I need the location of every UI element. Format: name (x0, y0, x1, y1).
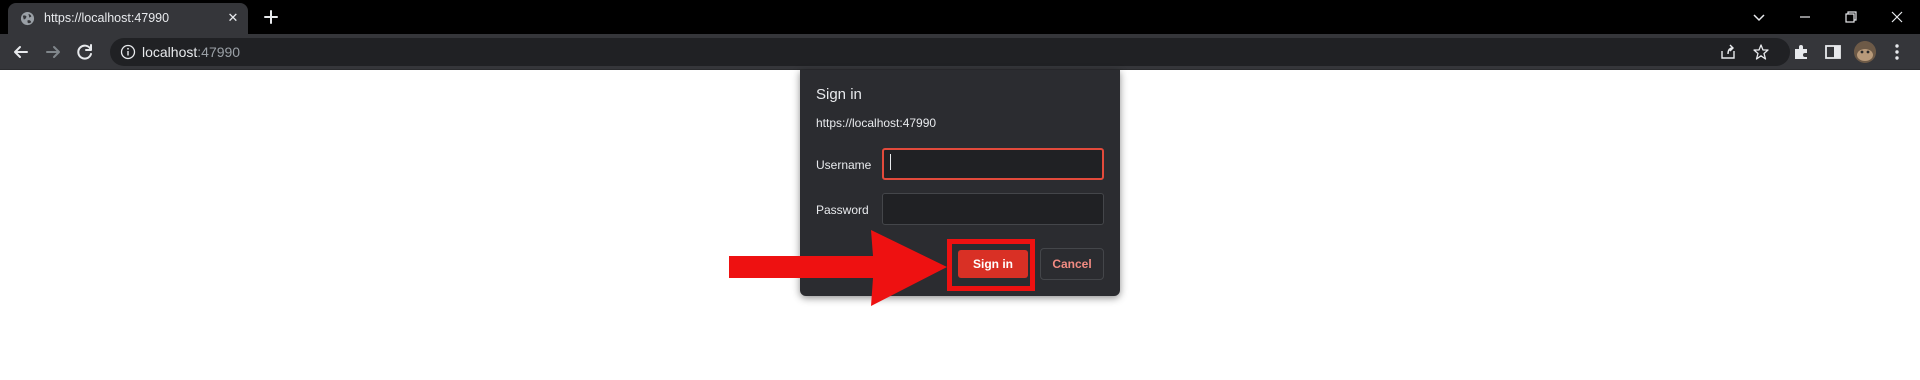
url-port: :47990 (197, 44, 241, 60)
password-label: Password (816, 203, 869, 217)
menu-kebab-icon[interactable] (1886, 41, 1908, 63)
username-field[interactable] (882, 148, 1104, 180)
close-window-icon[interactable] (1886, 6, 1908, 28)
reload-icon[interactable] (74, 41, 96, 63)
forward-arrow-icon[interactable] (42, 41, 64, 63)
dialog-origin: https://localhost:47990 (816, 116, 937, 130)
bookmark-star-icon[interactable] (1752, 43, 1770, 61)
minimize-icon[interactable] (1794, 6, 1816, 28)
cancel-button[interactable]: Cancel (1040, 248, 1104, 280)
info-icon[interactable] (120, 44, 136, 60)
dialog-title: Sign in (816, 86, 862, 103)
red-pointer-arrow-icon (729, 230, 947, 306)
signin-highlight-box (947, 239, 1035, 291)
globe-icon (20, 11, 35, 26)
share-icon[interactable] (1719, 43, 1737, 61)
password-field[interactable] (882, 193, 1104, 225)
text-caret (890, 154, 891, 170)
side-panel-icon[interactable] (1822, 41, 1844, 63)
url-text[interactable]: localhost:47990 (142, 44, 240, 60)
browser-toolbar: localhost:47990 (0, 34, 1920, 70)
address-bar[interactable]: localhost:47990 (110, 38, 1790, 66)
tab-strip: https://localhost:47990 ✕ (0, 0, 1920, 34)
avatar-icon (1854, 41, 1876, 63)
back-arrow-icon[interactable] (10, 41, 32, 63)
new-tab-icon[interactable] (260, 6, 282, 28)
url-host: localhost (142, 44, 198, 60)
tab-close-icon[interactable]: ✕ (224, 9, 242, 27)
extensions-puzzle-icon[interactable] (1790, 41, 1812, 63)
restore-icon[interactable] (1840, 6, 1862, 28)
tab-title: https://localhost:47990 (44, 11, 170, 25)
browser-tab[interactable]: https://localhost:47990 ✕ (8, 3, 248, 34)
profile-avatar[interactable] (1854, 41, 1876, 63)
username-label: Username (816, 158, 872, 172)
tab-search-chevron-icon[interactable] (1748, 6, 1770, 28)
